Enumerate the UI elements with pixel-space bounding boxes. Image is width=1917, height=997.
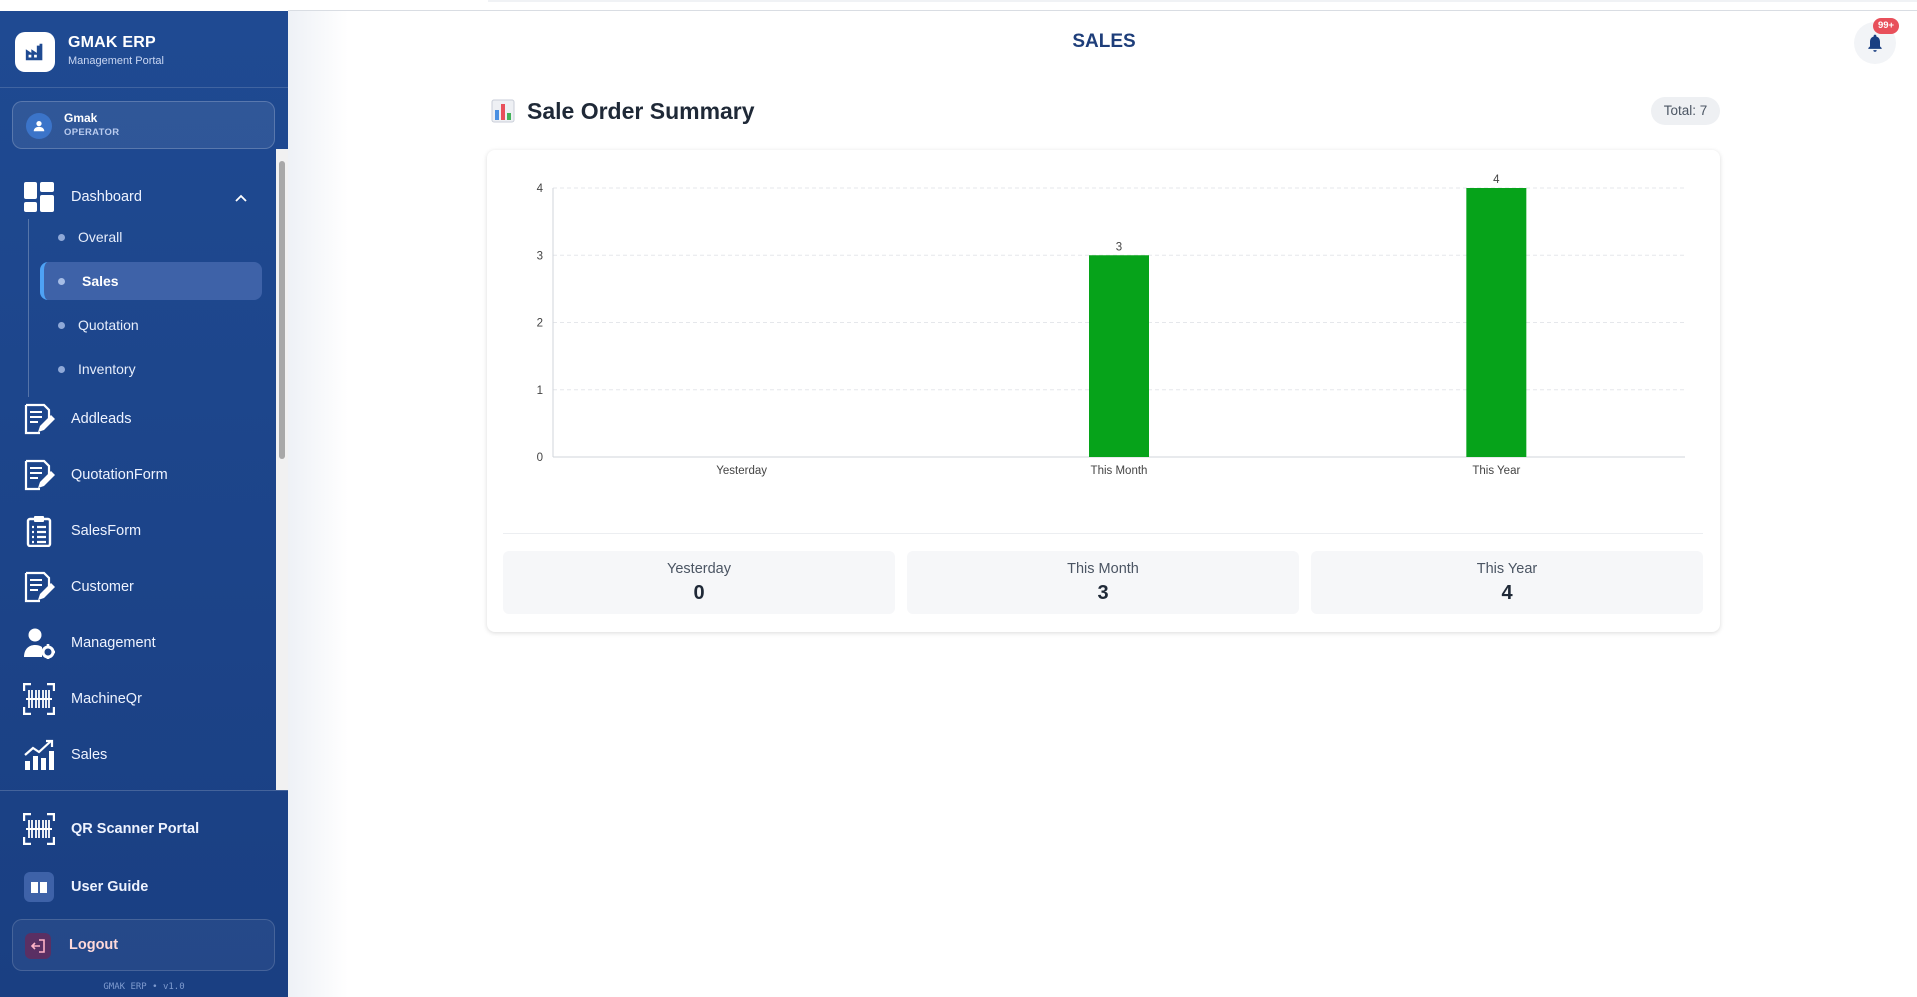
stat-value: 3: [1097, 582, 1109, 604]
sidebar-item-label: QR Scanner Portal: [71, 821, 200, 837]
subitem-label: Sales: [82, 273, 119, 289]
y-tick-label: 2: [537, 318, 543, 330]
app-title: GMAK ERP: [68, 34, 156, 51]
summary-title: Sale Order Summary: [527, 98, 755, 124]
stat-yesterday: Yesterday 0: [503, 551, 895, 614]
version-text: GMAK ERP • v1.0: [103, 982, 185, 992]
sidebar-item-label: SalesForm: [71, 523, 142, 539]
stat-label: This Year: [1476, 561, 1538, 577]
total-badge: Total: 7: [1651, 97, 1720, 125]
bullet-icon: [58, 322, 65, 329]
logout-icon: [25, 933, 51, 959]
clipboard-icon: [22, 514, 56, 548]
sidebar-item-label: MachineQr: [71, 691, 142, 707]
barcode-scan-icon: [22, 682, 56, 716]
divider: [503, 533, 1703, 534]
sidebar-subitem-inventory[interactable]: Inventory: [40, 350, 262, 388]
sidebar-item-label: User Guide: [71, 879, 149, 895]
bar-data-label: 4: [1493, 174, 1500, 186]
user-avatar-icon: [26, 113, 52, 139]
sidebar-item-machineqr[interactable]: MachineQr: [22, 677, 272, 721]
user-gear-icon: [22, 626, 56, 660]
x-tick-label: Yesterday: [716, 465, 767, 477]
bullet-icon: [58, 278, 65, 285]
sidebar-item-label: Management: [71, 635, 156, 651]
logout-label: Logout: [69, 937, 119, 953]
browser-top-edge: [288, 0, 1917, 11]
growth-chart-icon: [22, 738, 56, 772]
stat-this-year: This Year 4: [1311, 551, 1703, 614]
subnav-guide-line: [28, 219, 29, 397]
edit-document-icon: [22, 402, 56, 436]
y-tick-label: 3: [537, 250, 543, 262]
edit-document-icon: [22, 458, 56, 492]
app-subtitle: Management Portal: [68, 55, 164, 67]
bar-2: [1089, 255, 1149, 457]
stat-this-month: This Month 3: [907, 551, 1299, 614]
sidebar-item-quotationform[interactable]: QuotationForm: [22, 453, 272, 497]
y-tick-label: 1: [537, 385, 543, 397]
sidebar-item-label: Addleads: [71, 411, 132, 427]
logout-button[interactable]: Logout: [12, 919, 275, 971]
sidebar-subitem-overall[interactable]: Overall: [40, 218, 262, 256]
bell-icon: [1868, 34, 1882, 52]
stat-label: Yesterday: [667, 561, 731, 577]
user-role: OPERATOR: [64, 127, 120, 138]
sidebar-item-qr-scanner-portal[interactable]: QR Scanner Portal: [22, 807, 272, 851]
subitem-label: Inventory: [78, 361, 136, 377]
subitem-label: Overall: [78, 229, 123, 245]
factory-logo-icon: [15, 32, 55, 72]
brand-header: GMAK ERP Management Portal: [0, 11, 288, 88]
sidebar-item-salesform[interactable]: SalesForm: [22, 509, 272, 553]
dashboard-grid-icon: [22, 180, 56, 214]
x-tick-label: This Year: [1472, 465, 1520, 477]
page-title: SALES: [1072, 31, 1136, 52]
sidebar-scrollbar[interactable]: [276, 149, 288, 790]
sidebar-subitem-quotation[interactable]: Quotation: [40, 306, 262, 344]
divider: [0, 790, 288, 791]
x-tick-label: This Month: [1091, 465, 1148, 477]
bullet-icon: [58, 234, 65, 241]
sale-order-summary-card: 0 1 2 3 4 Yesterday 3 This Month 4 This Year Yest…: [487, 150, 1720, 632]
user-name: Gmak: [64, 111, 98, 125]
stat-label: This Month: [1067, 561, 1139, 577]
user-card[interactable]: Gmak OPERATOR: [12, 101, 275, 149]
sales-bar-chart: 0 1 2 3 4 Yesterday 3 This Month 4 This Year: [537, 174, 1685, 477]
sidebar: GMAK ERP Management Portal Gmak OPERATOR…: [0, 11, 288, 997]
sidebar-item-user-guide[interactable]: User Guide: [22, 865, 272, 909]
sidebar-item-sales[interactable]: Sales: [22, 733, 272, 777]
edit-document-icon: [22, 570, 56, 604]
scrollbar-thumb[interactable]: [279, 161, 285, 459]
bar-3: [1466, 188, 1527, 457]
sidebar-item-label: Dashboard: [71, 189, 142, 205]
bar-chart-icon: [491, 99, 515, 123]
sidebar-item-label: Customer: [71, 579, 134, 595]
sidebar-item-label: Sales: [71, 747, 108, 763]
sidebar-item-management[interactable]: Management: [22, 621, 272, 665]
bar-data-label: 3: [1116, 241, 1122, 253]
bullet-icon: [58, 366, 65, 373]
sidebar-item-customer[interactable]: Customer: [22, 565, 272, 609]
y-tick-label: 0: [537, 452, 543, 464]
subitem-label: Quotation: [78, 317, 139, 333]
notification-badge: 99+: [1873, 18, 1899, 34]
y-tick-label: 4: [537, 183, 544, 195]
content-shadow: [288, 11, 348, 997]
chevron-up-icon[interactable]: [233, 191, 249, 207]
barcode-scan-icon: [22, 812, 56, 846]
stat-value: 0: [693, 582, 705, 604]
sidebar-subitem-sales[interactable]: Sales: [40, 262, 262, 300]
stat-value: 4: [1501, 582, 1513, 604]
sidebar-item-label: QuotationForm: [71, 467, 168, 483]
sidebar-item-addleads[interactable]: Addleads: [22, 397, 272, 441]
book-icon: [22, 870, 56, 904]
